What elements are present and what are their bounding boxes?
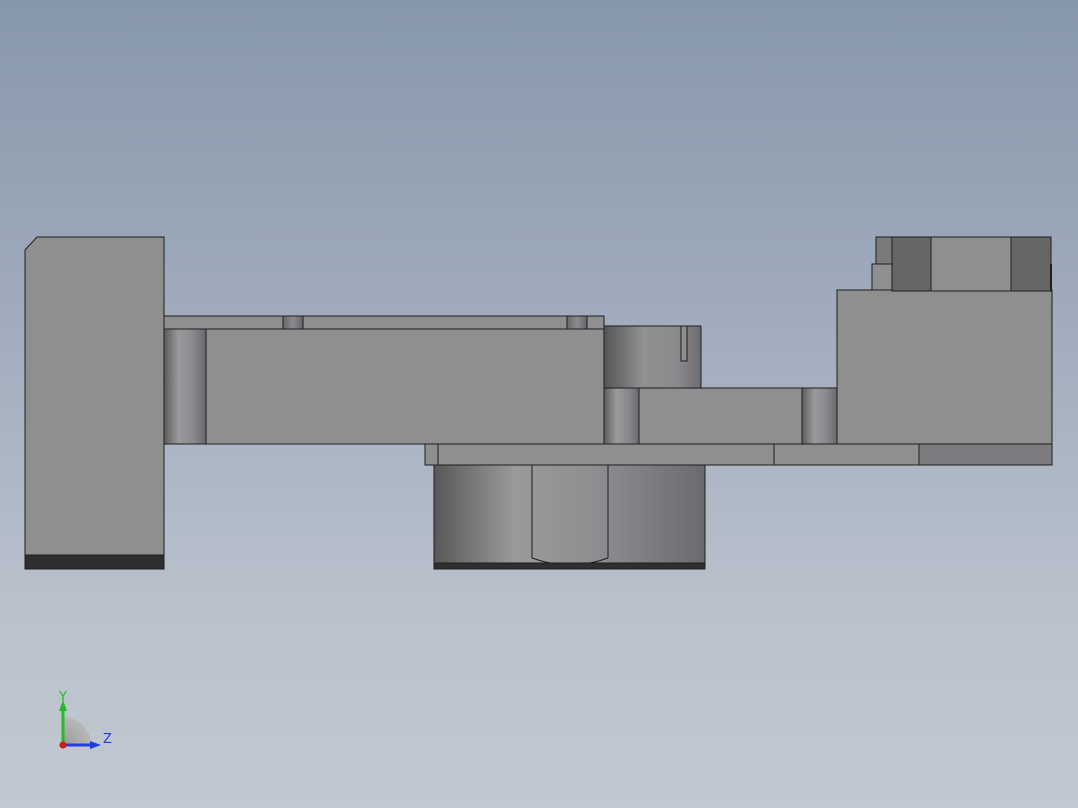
z-axis-label: Z [103,732,112,747]
drive-hub[interactable] [433,464,706,570]
bottom-plate[interactable] [424,443,1053,466]
model-assembly[interactable] [24,236,1053,570]
joint-housing[interactable] [603,325,702,389]
z-axis-arrowhead-icon [90,741,101,749]
arm-link-1[interactable] [163,315,605,445]
cad-viewport[interactable]: Y Z [0,0,1078,808]
triad-plane-icon [63,717,91,745]
base-block[interactable] [24,236,165,570]
arm-link-2[interactable] [603,387,838,445]
orientation-triad: Y Z [58,690,112,749]
y-axis-label: Y [58,690,67,705]
x-axis-dot-icon [59,741,67,749]
end-effector[interactable] [836,236,1053,445]
